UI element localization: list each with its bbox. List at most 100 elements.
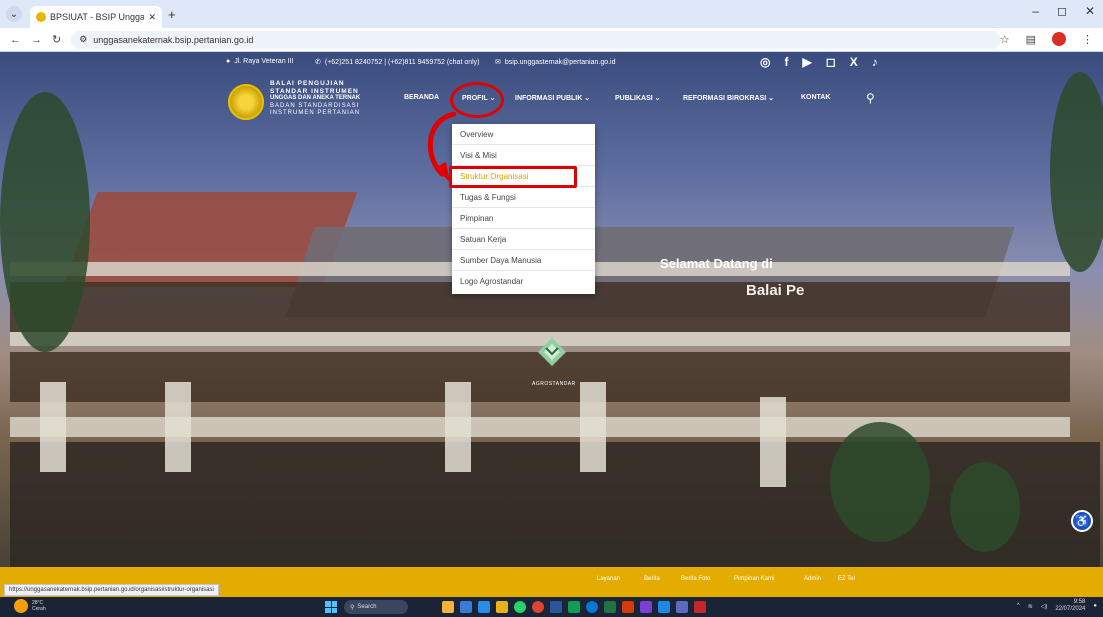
footer-link-layanan[interactable]: Layanan: [597, 576, 620, 582]
background-column: [445, 382, 471, 472]
taskbar-app-icon[interactable]: [640, 601, 652, 613]
dropdown-item-visi-misi[interactable]: Visi & Misi: [452, 145, 595, 166]
logo-line: UNGGAS DAN ANEKA TERNAK: [270, 95, 361, 101]
accessibility-button[interactable]: ♿: [1071, 510, 1093, 532]
window-controls: – ◻ ✕: [1032, 4, 1095, 18]
facebook-icon[interactable]: f: [784, 55, 788, 69]
taskbar-app-icon[interactable]: [622, 601, 634, 613]
dropdown-item-pimpinan[interactable]: Pimpinan: [452, 208, 595, 229]
background-column: [580, 382, 606, 472]
search-icon: ⚲: [350, 604, 355, 611]
background-column: [165, 382, 191, 472]
tiktok-icon[interactable]: ♪: [872, 55, 878, 69]
email-text[interactable]: bsip.unggasternak@pertanian.go.id: [505, 59, 616, 66]
taskbar-app-icon[interactable]: [568, 601, 580, 613]
background-tree: [830, 422, 930, 542]
taskbar-search[interactable]: ⚲ Search: [344, 600, 408, 614]
nav-informasi-publik[interactable]: INFORMASI PUBLIK ⌄: [515, 94, 590, 102]
tab-list-icon[interactable]: ⌄: [6, 6, 22, 22]
extensions-icon[interactable]: ▤: [1026, 33, 1036, 46]
excel-icon[interactable]: [604, 601, 616, 613]
back-icon[interactable]: ←: [10, 34, 21, 46]
background-tree: [0, 92, 90, 352]
taskbar-app-icon[interactable]: [676, 601, 688, 613]
reload-icon[interactable]: ↻: [52, 33, 61, 46]
nav-publikasi[interactable]: PUBLIKASI ⌄: [615, 94, 661, 102]
footer-link-berita-foto[interactable]: Berita Foto: [681, 576, 710, 582]
tray-overflow-icon[interactable]: ^: [1017, 603, 1020, 609]
word-icon[interactable]: [550, 601, 562, 613]
site-logo-emblem[interactable]: [228, 84, 264, 120]
tab-close-icon[interactable]: ✕: [148, 12, 156, 23]
instagram-icon[interactable]: ◻: [826, 55, 836, 69]
dropdown-item-overview[interactable]: Overview: [452, 124, 595, 145]
nav-reformasi-birokrasi[interactable]: REFORMASI BIROKRASI ⌄: [683, 94, 774, 102]
taskbar-app-icon[interactable]: [460, 601, 472, 613]
taskbar-app-icon[interactable]: [478, 601, 490, 613]
acrobat-icon[interactable]: [694, 601, 706, 613]
top-info-bar: ● Jl. Raya Veteran III ✆ (+62)251 824075…: [0, 52, 1103, 74]
logo-line: BADAN STANDARDISASI: [270, 102, 360, 109]
email-icon: ✉: [495, 59, 501, 66]
background-tree: [1050, 72, 1103, 272]
email-info: ✉ bsip.unggasternak@pertanian.go.id: [495, 58, 616, 67]
dropdown-item-sdm[interactable]: Sumber Daya Manusia: [452, 250, 595, 271]
browser-tab[interactable]: BPSIUAT - BSIP Unggas dan Ar... ✕: [30, 6, 162, 28]
profil-dropdown-menu: Overview Visi & Misi Struktur Organisasi…: [452, 124, 595, 294]
phone-text[interactable]: (+62)251 8240752 | (+62)811 9459752 (cha…: [325, 59, 480, 66]
address-text: Jl. Raya Veteran III: [234, 58, 294, 65]
chrome-icon[interactable]: [532, 601, 544, 613]
background-column: [40, 382, 66, 472]
start-logo-icon: [331, 601, 337, 607]
address-toolbar: ← → ↻ ⚙ unggasanekaternak.bsip.pertanian…: [0, 28, 1103, 52]
whatsapp-icon[interactable]: ◎: [760, 55, 770, 69]
dropdown-item-logo-agrostandar[interactable]: Logo Agrostandar: [452, 271, 595, 292]
clock-time: 9:58: [1073, 599, 1086, 605]
whatsapp-app-icon[interactable]: [514, 601, 526, 613]
dropdown-item-satuan-kerja[interactable]: Satuan Kerja: [452, 229, 595, 250]
phone-icon: ✆: [315, 59, 321, 66]
site-logo-text[interactable]: BALAI PENGUJIAN STANDAR INSTRUMEN UNGGAS…: [270, 80, 360, 118]
footer-link-ez-tel[interactable]: EZ Tel: [838, 576, 855, 582]
footer-link-pimpinan-kami[interactable]: Pimpinan Kami: [734, 576, 774, 582]
annotation-box: [449, 166, 577, 188]
search-icon[interactable]: ⚲: [866, 91, 875, 105]
logo-line: STANDAR INSTRUMEN: [270, 87, 359, 95]
url-bar[interactable]: ⚙ unggasanekaternak.bsip.pertanian.go.id: [71, 30, 1002, 49]
phone-info: ✆ (+62)251 8240752 | (+62)811 9459752 (c…: [315, 58, 480, 67]
nav-kontak[interactable]: KONTAK: [801, 94, 830, 101]
forward-icon[interactable]: →: [31, 34, 42, 46]
wifi-icon[interactable]: ≋: [1028, 603, 1033, 610]
url-text: unggasanekaternak.bsip.pertanian.go.id: [93, 34, 254, 45]
edge-icon[interactable]: [586, 601, 598, 613]
dropdown-item-tugas-fungsi[interactable]: Tugas & Fungsi: [452, 187, 595, 208]
new-tab-button[interactable]: +: [168, 7, 176, 22]
x-icon[interactable]: X: [850, 55, 858, 69]
clock[interactable]: 9:58 22/07/2024: [1055, 599, 1085, 613]
file-explorer-icon[interactable]: [496, 601, 508, 613]
favicon-icon: [36, 12, 46, 22]
close-window-button[interactable]: ✕: [1085, 4, 1095, 18]
taskbar-app-icon[interactable]: [442, 601, 454, 613]
taskbar-app-icon[interactable]: [658, 601, 670, 613]
notification-icon[interactable]: ●: [1093, 603, 1097, 609]
footer-link-admin[interactable]: Admin: [804, 576, 821, 582]
nav-beranda[interactable]: BERANDA: [404, 94, 439, 101]
browser-tab-bar: ⌄ BPSIUAT - BSIP Unggas dan Ar... ✕ + – …: [0, 0, 1103, 28]
minimize-button[interactable]: –: [1032, 4, 1039, 18]
profile-avatar[interactable]: [1052, 32, 1066, 46]
volume-icon[interactable]: ◁): [1041, 603, 1048, 610]
background-tree: [950, 462, 1020, 552]
maximize-button[interactable]: ◻: [1057, 4, 1067, 18]
site-info-icon[interactable]: ⚙: [79, 34, 87, 45]
system-tray: ^ ≋ ◁) 9:58 22/07/2024 ●: [1017, 599, 1097, 613]
weather-widget[interactable]: 28°C Cerah: [14, 599, 46, 613]
start-button[interactable]: [325, 601, 337, 613]
clock-date: 22/07/2024: [1055, 606, 1086, 612]
browser-menu-icon[interactable]: ⋮: [1082, 33, 1093, 46]
logo-line: INSTRUMEN PERTANIAN: [270, 110, 361, 116]
agrostandar-label: AGROSTANDAR: [532, 381, 576, 387]
bookmark-star-icon[interactable]: ☆: [1000, 33, 1010, 46]
footer-link-berita[interactable]: Berita: [644, 576, 660, 582]
youtube-icon[interactable]: ▶: [802, 55, 811, 69]
